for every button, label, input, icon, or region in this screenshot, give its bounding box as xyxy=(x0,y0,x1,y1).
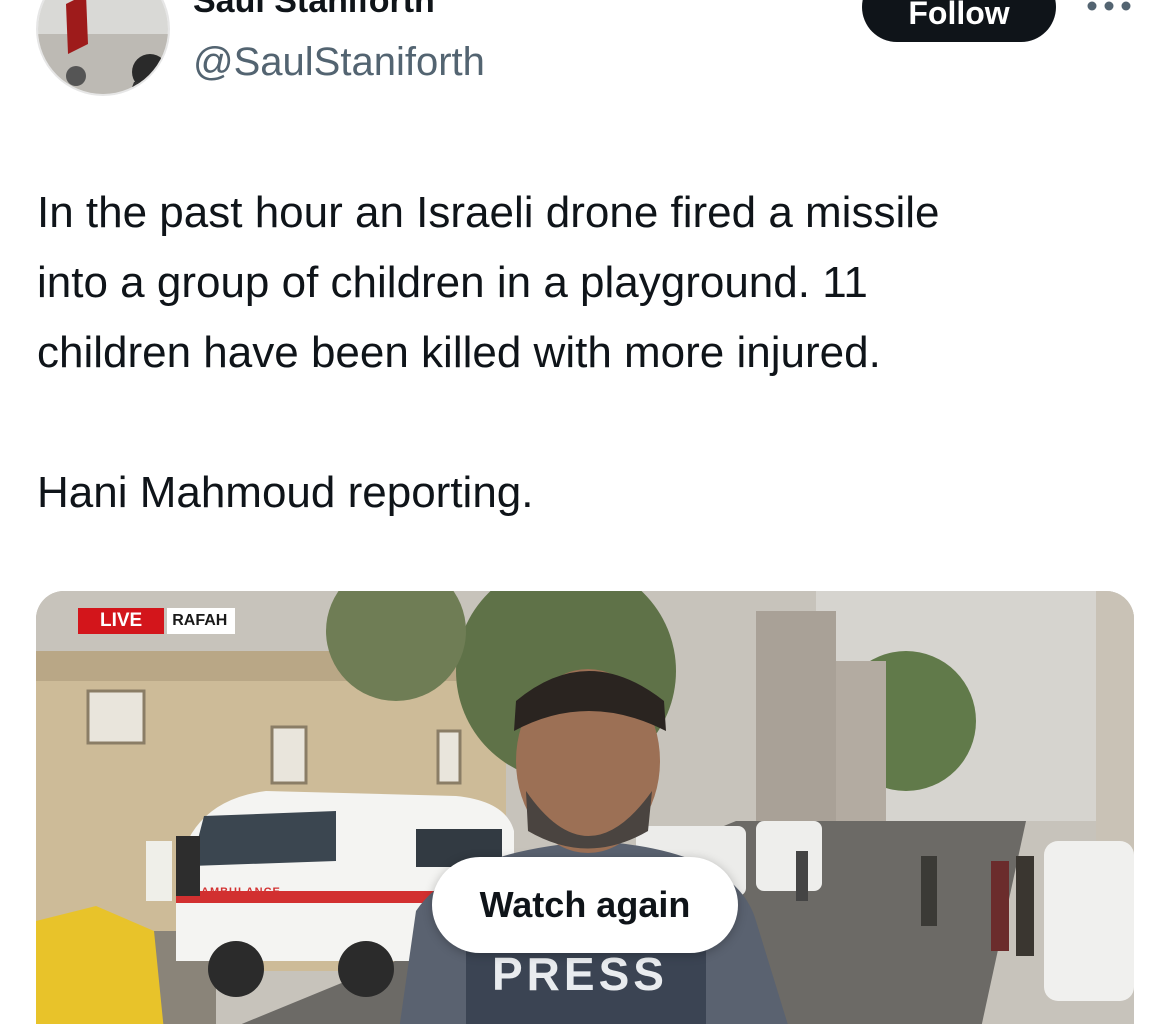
live-badge: LIVE RAFAH xyxy=(78,608,236,634)
avatar[interactable] xyxy=(36,0,170,96)
location-label: RAFAH xyxy=(167,608,236,634)
tweet-text: In the past hour an Israeli drone fired … xyxy=(37,188,940,517)
ambulance-decal: AMBULANCE xyxy=(201,886,281,898)
press-vest-text: PRESS xyxy=(492,948,668,1000)
follow-button[interactable]: Follow xyxy=(862,0,1056,42)
watch-again-button[interactable]: Watch again xyxy=(432,857,738,953)
avatar-image xyxy=(38,0,168,94)
video-thumbnail[interactable]: AMBULANCE PRESS LIVE RAFAH Watch again xyxy=(36,591,1134,1024)
user-handle[interactable]: @SaulStaniforth xyxy=(193,40,485,85)
more-options-icon[interactable] xyxy=(1086,0,1132,18)
tweet-page: Saul Staniforth @SaulStaniforth Follow I… xyxy=(0,0,1170,1024)
display-name[interactable]: Saul Staniforth xyxy=(193,0,435,21)
live-label: LIVE xyxy=(78,608,165,634)
